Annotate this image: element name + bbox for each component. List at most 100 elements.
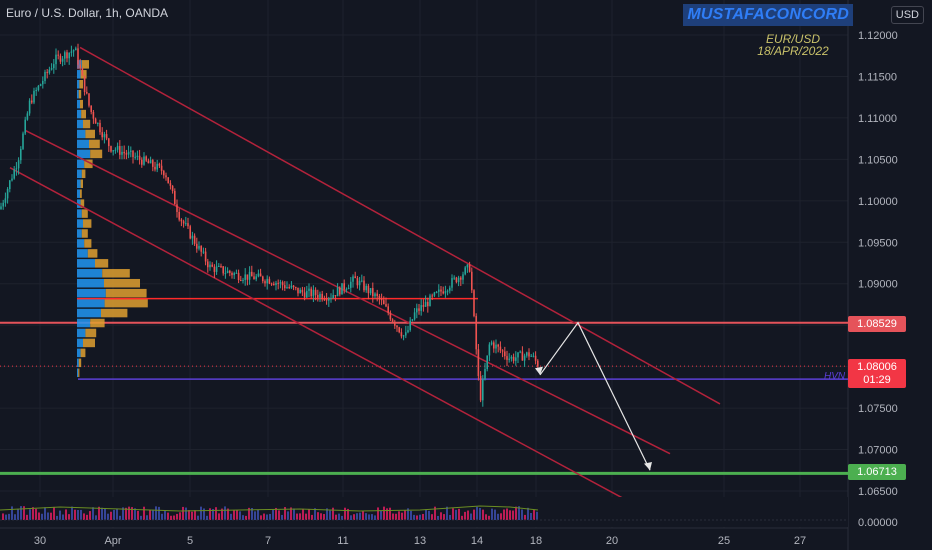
candle-body (97, 122, 99, 124)
candle-body (158, 163, 161, 166)
candle-body (418, 308, 420, 311)
candle-body (336, 287, 339, 297)
profile-bar-up (77, 278, 104, 288)
candle-body (46, 71, 48, 73)
y-tick-label: 1.10500 (858, 154, 898, 166)
candle-body (290, 285, 293, 288)
candle-body (147, 160, 150, 164)
candle-body (462, 274, 464, 280)
candle-body (193, 235, 196, 244)
candle-body (334, 295, 337, 297)
volume-bar (89, 511, 91, 520)
profile-bar-down (85, 129, 95, 139)
volume-bar (257, 510, 259, 520)
volume-bar (92, 507, 94, 520)
candle-body (512, 356, 515, 361)
profile-bar-down (81, 109, 86, 119)
volume-bar (440, 512, 442, 520)
candle-body (6, 188, 9, 199)
volume-bar (371, 514, 373, 520)
candle-body (182, 221, 185, 224)
volume-bar (533, 509, 535, 520)
volume-bar (242, 515, 244, 520)
candle-body (211, 264, 213, 267)
candle-body (160, 165, 163, 171)
candle-body (209, 264, 211, 268)
volume-bar (200, 506, 202, 520)
candle-body (314, 289, 317, 296)
symbol-title[interactable]: Euro / U.S. Dollar, 1h, OANDA (6, 6, 168, 20)
volume-bar (86, 514, 88, 520)
volume-bar (65, 509, 67, 520)
candle-body (145, 156, 147, 161)
candle-body (15, 168, 18, 170)
volume-bar (338, 513, 340, 520)
candle-body (468, 264, 471, 272)
volume-bar (359, 512, 361, 520)
candle-body (299, 289, 301, 294)
price-chart[interactable]: 1.12000 1.11500 1.11000 1.10500 1.10000 1.095… (0, 0, 932, 550)
volume-bar (194, 510, 196, 520)
volume-bar (401, 512, 403, 520)
candle-body (477, 349, 480, 376)
candle-body (189, 226, 191, 239)
candle-body (20, 148, 22, 161)
profile-bar-down (83, 219, 92, 228)
volume-bar (266, 514, 268, 520)
candle-body (110, 146, 112, 152)
volume-bar (395, 513, 397, 520)
profile-bar-up (77, 119, 83, 129)
volume-bar (68, 514, 70, 520)
profile-bar-up (77, 338, 83, 348)
candle-body (380, 299, 383, 301)
candle-body (284, 285, 286, 289)
profile-bar-down (95, 259, 109, 268)
volume-bar (497, 513, 499, 520)
currency-button[interactable]: USD (890, 6, 924, 24)
candle-body (440, 289, 442, 292)
volume-bar (182, 506, 184, 520)
candle-body (295, 287, 297, 289)
profile-bar-up (77, 328, 86, 338)
profile-bar-down (81, 169, 86, 179)
volume-bar (512, 510, 514, 520)
volume-bar (389, 507, 391, 520)
candle-body (460, 277, 462, 280)
candle-body (198, 246, 200, 249)
volume-bar (380, 510, 382, 520)
candle-body (59, 55, 62, 62)
x-tick-label: 20 (606, 535, 618, 547)
volume-bar (77, 509, 79, 520)
candle-body (101, 132, 103, 138)
candle-body (273, 283, 275, 286)
volume-bar (230, 513, 232, 520)
candle-body (519, 351, 521, 353)
profile-bar-down (78, 89, 82, 99)
candle-body (275, 282, 277, 286)
profile-bar-down (80, 179, 83, 188)
candle-body (222, 266, 224, 274)
candle-body (119, 146, 121, 155)
candle-body (321, 293, 323, 300)
candle-body (537, 360, 539, 367)
candle-body (99, 122, 101, 133)
countdown-label: 01:29 (848, 372, 906, 388)
candle-body (163, 170, 165, 176)
profile-bar-down (81, 60, 89, 69)
candle-body (391, 319, 394, 322)
x-tick-label: 14 (471, 535, 483, 547)
volume-bar (416, 515, 418, 520)
candle-body (255, 276, 257, 280)
volume-bar (176, 513, 178, 520)
y-tick-label: 1.10000 (858, 196, 898, 208)
candle-body (202, 251, 205, 253)
candle-body (510, 356, 513, 359)
volume-bar (521, 509, 523, 520)
candle-body (444, 291, 447, 294)
volume-bar (392, 513, 394, 520)
candle-body (532, 355, 535, 357)
volume-bar (71, 506, 73, 520)
volume-bar (536, 511, 538, 520)
candle-body (352, 276, 354, 282)
profile-bar-up (77, 358, 79, 368)
